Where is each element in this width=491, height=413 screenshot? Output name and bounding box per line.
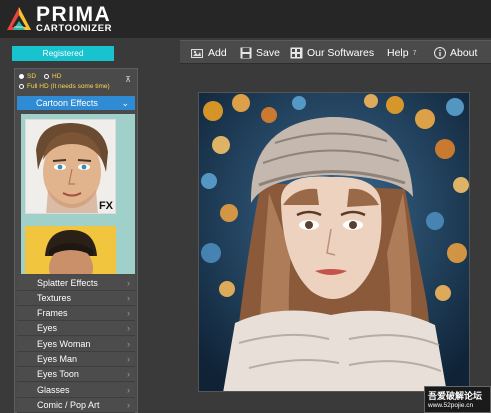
about-button[interactable]: About [434,45,477,61]
menu-item-label: Eyes Woman [37,339,91,349]
watermark-url: www.52pojie.cn [428,402,474,409]
sd-label: SD [27,73,37,80]
menu-item-label: Eyes [37,323,58,333]
about-label: About [450,47,478,59]
our-softwares-label: Our Softwares [307,47,375,59]
menu-item-comic-pop-art[interactable]: Comic / Pop Art › [17,398,135,413]
pin-icon[interactable]: ⊼ [125,75,131,84]
help-button[interactable]: Help 7 [387,45,417,61]
menu-item-label: Frames [37,308,68,318]
menu-item-eyes-woman[interactable]: Eyes Woman › [17,337,135,352]
add-button[interactable]: Add [190,45,227,61]
watermark: 吾爱破解论坛 www.52pojie.cn [424,386,491,413]
chevron-right-icon: › [127,400,130,410]
save-label: Save [256,47,280,59]
app-header: PRIMA PRIMA CARTOONIZER [0,0,491,38]
menu-item-textures[interactable]: Textures › [17,291,135,306]
radio-sd[interactable] [19,74,24,79]
chevron-right-icon: › [127,278,130,288]
menu-item-label: Eyes Man [37,354,78,364]
save-button[interactable]: Save [240,45,280,61]
watermark-title: 吾爱破解论坛 [428,391,483,401]
resolution-fullhd-row: Full HD (It needs some time) [19,83,110,90]
menu-item-frames[interactable]: Frames › [17,306,135,321]
cartoonized-portrait-image [199,93,469,391]
registered-badge: Registered [12,46,114,61]
effect-thumbnail[interactable]: FX [25,119,116,214]
cartoon-effects-label: Cartoon Effects [36,98,98,108]
chevron-right-icon: › [127,323,130,333]
logo-tri-text: PRIMA [14,25,24,29]
logo-title: PRIMA [36,3,112,26]
chevron-right-icon: › [127,339,130,349]
software-grid-icon [290,47,303,59]
effects-thumbnail-list[interactable]: FX [21,114,135,274]
radio-full-hd[interactable] [19,84,24,89]
help-badge: 7 [412,49,417,57]
menu-item-eyes-toon[interactable]: Eyes Toon › [17,367,135,382]
our-softwares-button[interactable]: Our Softwares [290,45,374,61]
resolution-options: SD HD [19,73,61,80]
cartoon-effects-header[interactable]: Cartoon Effects ⌄ [17,96,135,110]
man-portrait-image [25,226,116,274]
info-icon [434,47,446,59]
effect-thumbnail[interactable] [25,226,116,274]
effects-panel: SD HD Full HD (It needs some time) ⊼ Car… [14,68,138,413]
fx-badge: FX [98,200,113,212]
menu-item-label: Eyes Toon [37,369,79,379]
full-hd-label: Full HD (It needs some time) [27,83,110,90]
add-photo-icon [191,49,203,58]
menu-item-label: Textures [37,293,72,303]
hd-label: HD [52,73,62,80]
add-label: Add [208,47,227,59]
floppy-disk-icon [240,47,252,59]
menu-item-label: Glasses [37,385,70,395]
chevron-right-icon: › [127,354,130,364]
chevron-down-icon: ⌄ [121,98,129,108]
help-label: Help [387,47,409,59]
chevron-right-icon: › [127,293,130,303]
menu-item-splatter-effects[interactable]: Splatter Effects › [17,276,135,291]
prima-logo-icon: PRIMA [7,7,31,30]
chevron-right-icon: › [127,308,130,318]
menu-item-eyes-man[interactable]: Eyes Man › [17,352,135,367]
toolbar: Add Save Our Softwares Help 7 About [180,40,491,64]
chevron-right-icon: › [127,369,130,379]
radio-hd[interactable] [44,74,50,79]
image-canvas[interactable] [198,92,470,392]
menu-item-glasses[interactable]: Glasses › [17,383,135,398]
menu-item-eyes[interactable]: Eyes › [17,321,135,336]
chevron-right-icon: › [127,385,130,395]
logo-subtitle: CARTOONIZER [36,23,113,34]
menu-item-label: Comic / Pop Art [37,400,100,410]
menu-item-label: Splatter Effects [37,278,98,288]
